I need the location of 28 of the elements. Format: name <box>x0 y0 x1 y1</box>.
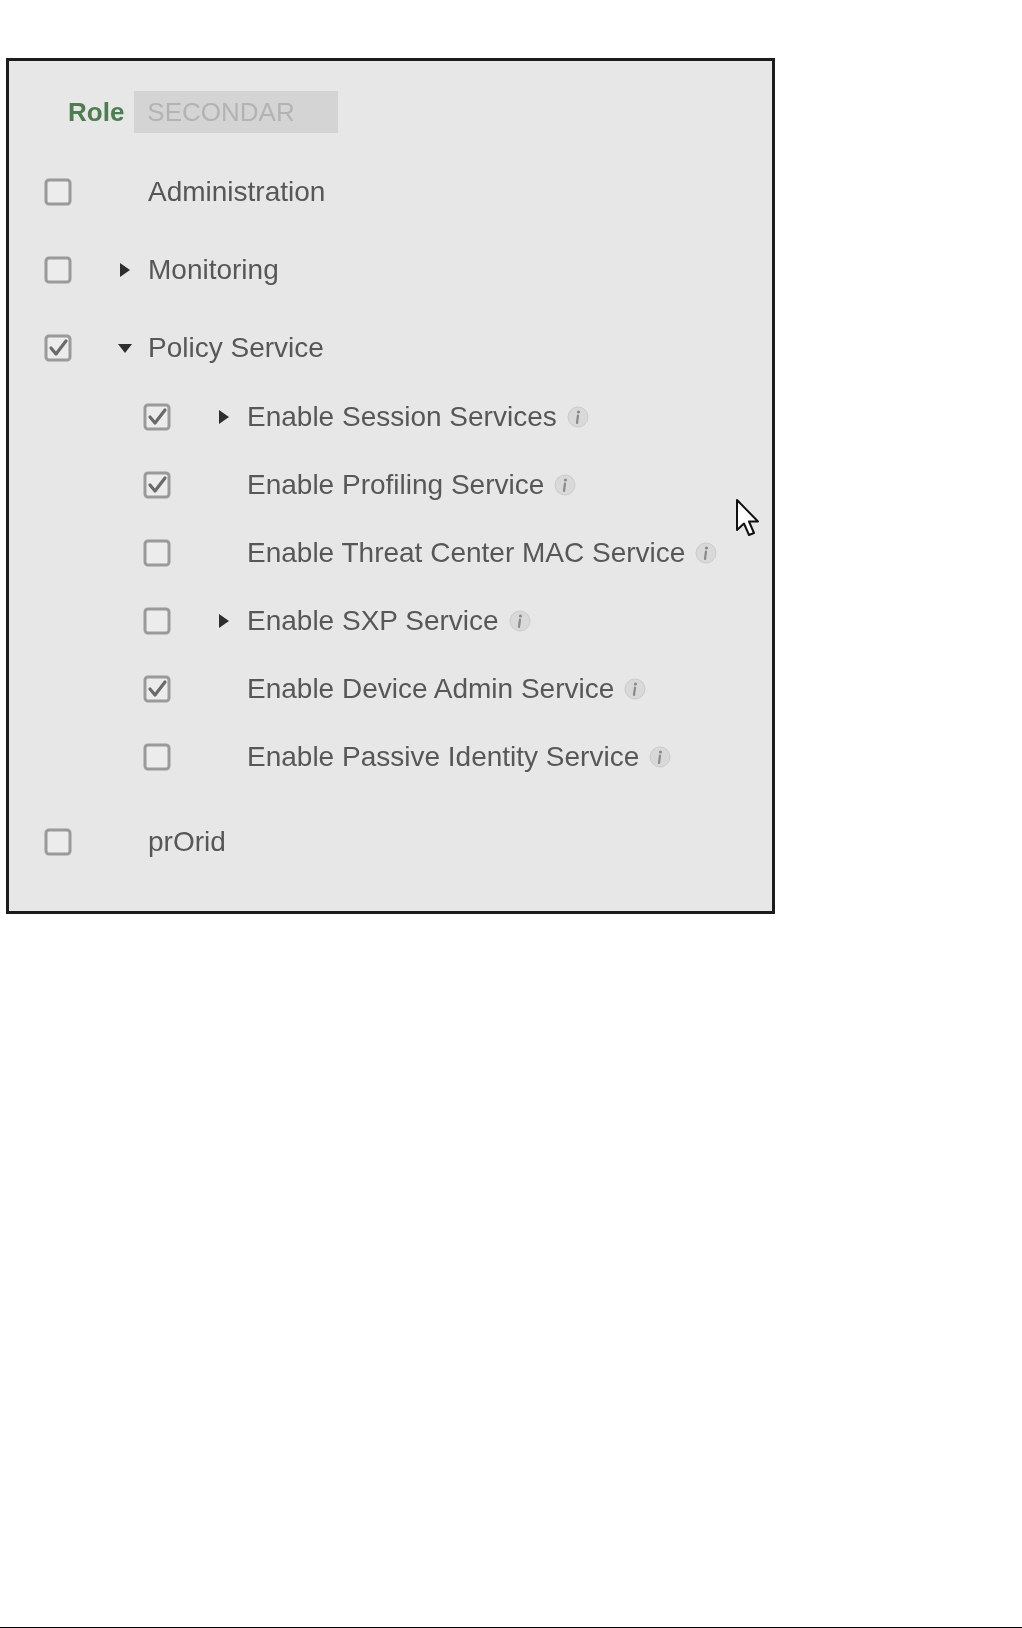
checkbox[interactable] <box>44 828 72 856</box>
service-label: Enable Session Services <box>247 401 557 433</box>
checkbox[interactable] <box>44 178 72 206</box>
checkbox[interactable] <box>44 256 72 284</box>
cursor-icon <box>735 498 761 538</box>
checkbox[interactable] <box>143 607 171 635</box>
info-icon[interactable] <box>508 610 531 632</box>
checkbox[interactable] <box>143 539 171 567</box>
service-label: prOrid <box>148 826 226 858</box>
role-label: Role <box>68 96 125 128</box>
checkbox[interactable] <box>143 675 171 703</box>
info-icon[interactable] <box>624 678 647 700</box>
service-label: Administration <box>148 176 326 208</box>
service-label: Enable Passive Identity Service <box>247 741 640 773</box>
service-label: Enable Device Admin Service <box>247 673 615 705</box>
info-icon[interactable] <box>695 542 718 564</box>
info-icon[interactable] <box>566 406 589 428</box>
info-icon[interactable] <box>649 746 672 768</box>
checkbox[interactable] <box>143 743 171 771</box>
checkbox[interactable] <box>143 403 171 431</box>
checkbox[interactable] <box>143 471 171 499</box>
service-label: Monitoring <box>148 254 279 286</box>
service-label: Enable Profiling Service <box>247 469 545 501</box>
service-label: Enable SXP Service <box>247 605 499 637</box>
service-label: Policy Service <box>148 332 324 364</box>
info-icon[interactable] <box>554 474 577 496</box>
service-label: Enable Threat Center MAC Service <box>247 537 686 569</box>
checkbox[interactable] <box>44 334 72 362</box>
